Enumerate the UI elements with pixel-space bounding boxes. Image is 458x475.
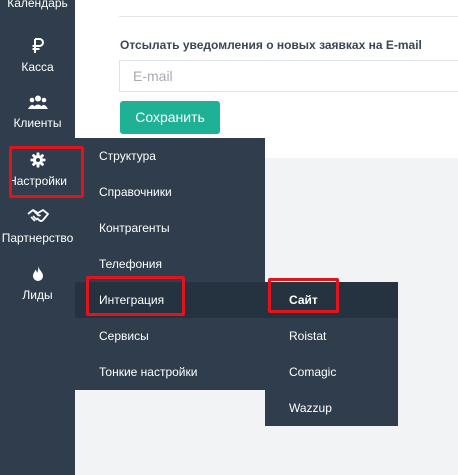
submenu-item-wazzup[interactable]: Wazzup — [265, 390, 398, 426]
sidebar-item-label: Календарь — [7, 0, 68, 10]
highlight-site — [268, 278, 339, 313]
handshake-icon — [0, 209, 75, 227]
sidebar-item-clients[interactable]: Клиенты — [0, 94, 75, 130]
sidebar-item-partnership[interactable]: Партнерство — [0, 209, 75, 245]
menu-item-counterparties[interactable]: Контрагенты — [75, 210, 265, 246]
submenu-item-comagic[interactable]: Comagic — [265, 354, 398, 390]
menu-item-services[interactable]: Сервисы — [75, 318, 265, 354]
sidebar-item-label: Касса — [21, 60, 54, 74]
menu-item-directories[interactable]: Справочники — [75, 174, 265, 210]
menu-item-structure[interactable]: Структура — [75, 138, 265, 174]
sidebar-item-label: Клиенты — [13, 116, 62, 130]
divider — [119, 16, 458, 17]
menu-item-fine-settings[interactable]: Тонкие настройки — [75, 354, 265, 390]
sidebar-item-leads[interactable]: Лиды — [0, 266, 75, 302]
highlight-integration — [86, 276, 185, 316]
email-input[interactable] — [119, 60, 458, 92]
ruble-icon — [0, 38, 75, 56]
fire-icon — [0, 266, 75, 284]
sidebar-item-cash[interactable]: Касса — [0, 38, 75, 74]
settings-dropdown: Структура Справочники Контрагенты Телефо… — [75, 138, 265, 390]
sidebar: Календарь Касса Клиенты Настройки Партне… — [0, 0, 75, 475]
sidebar-item-label: Партнерство — [1, 231, 74, 245]
sidebar-item-calendar[interactable]: Календарь — [0, 0, 75, 10]
sidebar-item-label: Лиды — [22, 288, 53, 302]
highlight-settings — [9, 146, 84, 198]
users-icon — [0, 94, 75, 112]
email-notifications-label: Отсылать уведомления о новых заявках на … — [120, 38, 422, 52]
submenu-item-roistat[interactable]: Roistat — [265, 318, 398, 354]
save-button[interactable]: Сохранить — [120, 101, 220, 134]
